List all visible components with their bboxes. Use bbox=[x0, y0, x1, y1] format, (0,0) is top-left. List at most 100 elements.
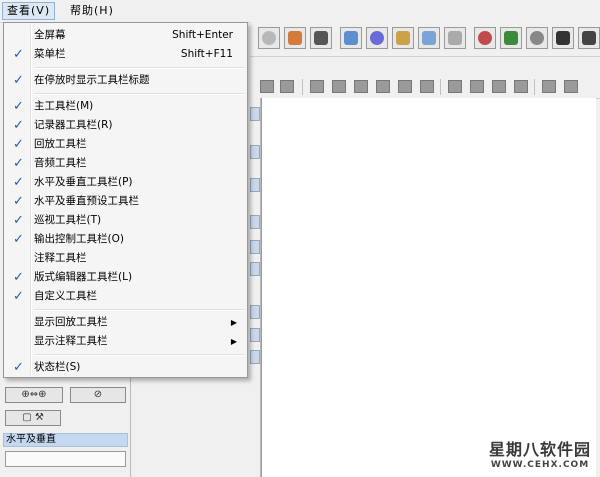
toolbar-button[interactable] bbox=[340, 27, 362, 49]
ptz-direction-button[interactable]: ⊕⇔⊕ bbox=[5, 387, 63, 403]
check-icon: ✓ bbox=[13, 137, 24, 152]
main-toolbar bbox=[250, 22, 600, 57]
submenu-arrow-icon: ▶ bbox=[230, 337, 237, 346]
toolbar-button[interactable] bbox=[474, 27, 496, 49]
size-icon[interactable] bbox=[492, 80, 506, 93]
menu-item-label: 水平及垂直工具栏(P) bbox=[34, 176, 133, 188]
view-menu-dropdown: 全屏幕 Shift+Enter ✓ 菜单栏 Shift+F11 ✓ 在停放时显示… bbox=[3, 22, 248, 378]
menu-item-main-toolbar[interactable]: ✓ 主工具栏(M) bbox=[6, 97, 245, 116]
menu-item-layout-editor-toolbar[interactable]: ✓ 版式编辑器工具栏(L) bbox=[6, 268, 245, 287]
menu-item-pan-tilt-toolbar[interactable]: ✓ 水平及垂直工具栏(P) bbox=[6, 173, 245, 192]
toolbar-separator bbox=[302, 79, 303, 95]
menu-item-tour-toolbar[interactable]: ✓ 巡视工具栏(T) bbox=[6, 211, 245, 230]
menu-item-label: 在停放时显示工具栏标题 bbox=[34, 74, 150, 86]
check-icon: ✓ bbox=[13, 156, 24, 171]
menu-separator bbox=[34, 93, 244, 95]
size-icon[interactable] bbox=[448, 80, 462, 93]
toolbar-button[interactable] bbox=[310, 27, 332, 49]
check-icon: ✓ bbox=[13, 232, 24, 247]
layout-icon[interactable] bbox=[260, 80, 274, 93]
document-icon bbox=[422, 31, 436, 45]
toolbar-button[interactable] bbox=[366, 27, 388, 49]
camera-icon bbox=[344, 31, 358, 45]
panel-field bbox=[5, 451, 126, 467]
align-icon[interactable] bbox=[332, 80, 346, 93]
menu-item-label: 状态栏(S) bbox=[34, 361, 81, 373]
menu-item-toolbar-titles[interactable]: ✓ 在停放时显示工具栏标题 bbox=[6, 71, 245, 90]
layout-icon[interactable] bbox=[280, 80, 294, 93]
check-icon: ✓ bbox=[13, 175, 24, 190]
menu-item-label: 菜单栏 bbox=[34, 48, 66, 60]
check-icon bbox=[13, 27, 27, 44]
check-icon bbox=[13, 314, 27, 331]
check-icon: ✓ bbox=[13, 73, 24, 88]
menu-bar: 查看(V) 帮助(H) bbox=[0, 0, 600, 23]
toolbar-button[interactable] bbox=[500, 27, 522, 49]
check-icon: ✓ bbox=[13, 213, 24, 228]
tool-button[interactable]: ▢ ⚒ bbox=[5, 410, 61, 426]
toolbar-button[interactable] bbox=[444, 27, 466, 49]
spacing-icon[interactable] bbox=[542, 80, 556, 93]
work-area[interactable] bbox=[261, 98, 596, 477]
align-icon[interactable] bbox=[376, 80, 390, 93]
menu-item-fullscreen[interactable]: 全屏幕 Shift+Enter bbox=[6, 26, 245, 45]
menu-item-show-playback-toolbar[interactable]: 显示回放工具栏 ▶ bbox=[6, 313, 245, 332]
menu-item-label: 输出控制工具栏(O) bbox=[34, 233, 124, 245]
menu-item-label: 显示回放工具栏 bbox=[34, 316, 108, 328]
align-icon[interactable] bbox=[310, 80, 324, 93]
align-icon[interactable] bbox=[398, 80, 412, 93]
menu-item-label: 回放工具栏 bbox=[34, 138, 87, 150]
menu-item-shortcut: Shift+Enter bbox=[172, 29, 233, 41]
menu-view[interactable]: 查看(V) bbox=[2, 2, 56, 20]
binoculars-icon bbox=[314, 31, 328, 45]
menu-help[interactable]: 帮助(H) bbox=[66, 3, 118, 19]
spacing-icon[interactable] bbox=[564, 80, 578, 93]
camera-mount-icon bbox=[582, 31, 596, 45]
docked-toolbar-stub bbox=[250, 350, 260, 364]
watermark: 星期八软件园 WWW.CEHX.COM bbox=[486, 436, 594, 470]
menu-item-output-control-toolbar[interactable]: ✓ 输出控制工具栏(O) bbox=[6, 230, 245, 249]
menu-item-audio-toolbar[interactable]: ✓ 音频工具栏 bbox=[6, 154, 245, 173]
toolbar-button[interactable] bbox=[258, 27, 280, 49]
menu-separator bbox=[34, 67, 244, 69]
toolbar-button[interactable] bbox=[418, 27, 440, 49]
tool-icon bbox=[448, 31, 462, 45]
toolbar-button[interactable] bbox=[552, 27, 574, 49]
docked-toolbar-stub bbox=[250, 107, 260, 121]
play-icon bbox=[262, 31, 276, 45]
settings-icon bbox=[370, 31, 384, 45]
docked-toolbar-stub bbox=[250, 328, 260, 342]
stop-button[interactable]: ⊘ bbox=[70, 387, 126, 403]
lens-icon bbox=[530, 31, 544, 45]
menu-item-annotation-toolbar[interactable]: 注释工具栏 bbox=[6, 249, 245, 268]
docked-toolbar-stub bbox=[250, 240, 260, 254]
align-icon[interactable] bbox=[354, 80, 368, 93]
menu-item-recorder-toolbar[interactable]: ✓ 记录器工具栏(R) bbox=[6, 116, 245, 135]
menu-item-menubar[interactable]: ✓ 菜单栏 Shift+F11 bbox=[6, 45, 245, 64]
panel-header: 水平及垂直 bbox=[3, 433, 128, 447]
check-icon: ✓ bbox=[13, 194, 24, 209]
menu-item-status-bar[interactable]: ✓ 状态栏(S) bbox=[6, 358, 245, 377]
watermark-title: 星期八软件园 bbox=[488, 440, 591, 459]
menu-item-label: 显示注释工具栏 bbox=[34, 335, 108, 347]
menu-item-label: 记录器工具栏(R) bbox=[34, 119, 113, 131]
toolbar-button[interactable] bbox=[284, 27, 306, 49]
toolbar-button[interactable] bbox=[578, 27, 600, 49]
toolbar-button[interactable] bbox=[526, 27, 548, 49]
size-icon[interactable] bbox=[470, 80, 484, 93]
menu-item-label: 巡视工具栏(T) bbox=[34, 214, 102, 226]
menu-item-playback-toolbar[interactable]: ✓ 回放工具栏 bbox=[6, 135, 245, 154]
check-icon bbox=[13, 250, 27, 267]
menu-item-custom-toolbar[interactable]: ✓ 自定义工具栏 bbox=[6, 287, 245, 306]
toolbar-separator bbox=[440, 79, 441, 95]
size-icon[interactable] bbox=[514, 80, 528, 93]
menu-item-pan-tilt-preset-toolbar[interactable]: ✓ 水平及垂直预设工具栏 bbox=[6, 192, 245, 211]
menu-item-label: 版式编辑器工具栏(L) bbox=[34, 271, 133, 283]
docked-toolbar-stub bbox=[250, 262, 260, 276]
submenu-arrow-icon: ▶ bbox=[230, 318, 237, 327]
align-icon[interactable] bbox=[420, 80, 434, 93]
check-icon: ✓ bbox=[13, 99, 24, 114]
menu-item-show-annotation-toolbar[interactable]: 显示注释工具栏 ▶ bbox=[6, 332, 245, 351]
menu-item-label: 主工具栏(M) bbox=[34, 100, 94, 112]
toolbar-button[interactable] bbox=[392, 27, 414, 49]
